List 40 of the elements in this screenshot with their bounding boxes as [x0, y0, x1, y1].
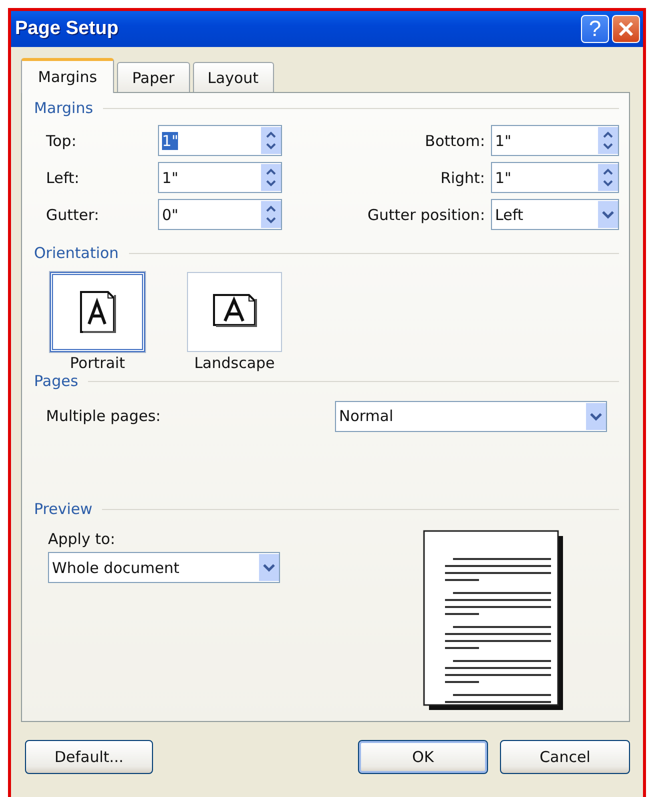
field-label: Gutter:	[46, 206, 100, 224]
section-heading: Pages	[34, 372, 78, 390]
option-label: Portrait	[70, 354, 126, 372]
tab[interactable]: Paper	[117, 62, 190, 92]
spin-field[interactable]: 0"	[158, 199, 282, 230]
window-title: Page Setup	[15, 18, 120, 40]
dropdown[interactable]: Normal	[335, 400, 607, 432]
spinner-arrows-icon	[261, 201, 281, 228]
close-button[interactable]	[612, 15, 640, 43]
field-label: Apply to:	[48, 530, 116, 548]
orientation-option[interactable]	[50, 272, 145, 352]
field-label: Multiple pages:	[46, 407, 161, 425]
spinner-arrows-icon	[598, 164, 618, 191]
tab[interactable]: Margins	[21, 58, 114, 93]
field-label: Left:	[46, 168, 80, 186]
spin-field[interactable]: 1"	[491, 162, 619, 193]
section-heading: Preview	[34, 500, 92, 518]
spinner-arrows-icon	[598, 127, 618, 154]
field-label: Bottom:	[424, 132, 486, 150]
help-button[interactable]: ?	[581, 15, 609, 43]
spinner-arrows-icon	[261, 127, 281, 154]
tab[interactable]: Layout	[192, 62, 274, 92]
spin-field[interactable]: 1"	[158, 162, 282, 193]
dialog-button[interactable]: Default...	[25, 740, 153, 774]
field-label: Gutter position:	[367, 206, 486, 224]
dialog-button[interactable]: Cancel	[500, 740, 630, 774]
orientation-option[interactable]	[187, 272, 282, 352]
section-heading: Margins	[34, 99, 94, 117]
option-label: Landscape	[194, 354, 275, 372]
close-icon	[618, 21, 634, 37]
section-heading: Orientation	[34, 244, 119, 262]
spinner-arrows-icon	[261, 164, 281, 191]
portrait-page-icon	[78, 289, 118, 335]
field-label: Right:	[440, 168, 486, 186]
spin-field[interactable]: 1"	[158, 125, 282, 156]
spin-field[interactable]: 1"	[491, 125, 619, 156]
dialog-button[interactable]: OK	[358, 740, 488, 774]
dropdown[interactable]: Left	[491, 199, 619, 230]
field-label: Top:	[46, 132, 78, 150]
dropdown[interactable]: Whole document	[48, 552, 280, 583]
